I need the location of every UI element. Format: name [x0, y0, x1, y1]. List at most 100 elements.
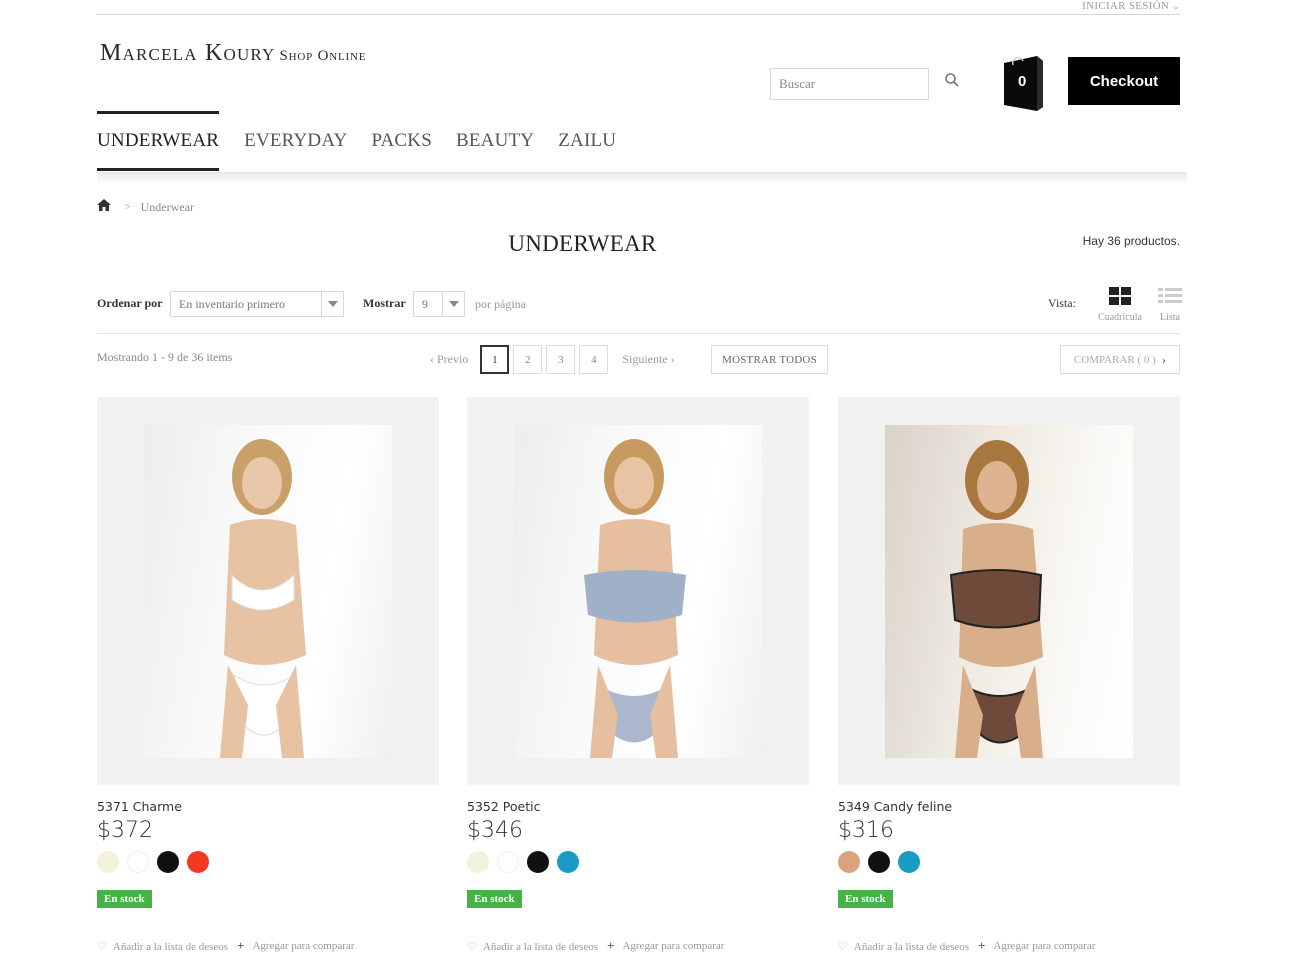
- brand-name: Marcela Koury: [100, 40, 276, 66]
- model-photo: [949, 440, 1043, 758]
- nav-item-zailu[interactable]: ZAILU: [546, 111, 628, 171]
- add-to-wishlist-link[interactable]: ♡ Añadir a la lista de deseos: [97, 940, 228, 953]
- wishlist-label: Añadir a la lista de deseos: [853, 940, 970, 953]
- product-name[interactable]: 5352 Poetic: [467, 799, 809, 814]
- main-nav: UNDERWEAR EVERYDAY PACKS BEAUTY ZAILU: [97, 111, 628, 171]
- plus-icon: +: [978, 938, 986, 953]
- header-shadow: [97, 172, 1187, 184]
- color-swatch[interactable]: [497, 851, 519, 873]
- model-photo: [584, 439, 686, 758]
- toolbar-divider: [97, 333, 1180, 334]
- color-swatch[interactable]: [527, 851, 549, 873]
- search-icon[interactable]: [944, 72, 960, 88]
- stock-badge: En stock: [838, 890, 893, 908]
- nav-item-packs[interactable]: PACKS: [359, 111, 444, 171]
- product-price: $316: [838, 818, 894, 843]
- product-image[interactable]: [838, 397, 1180, 785]
- product-image[interactable]: [97, 397, 439, 785]
- list-icon: [1158, 288, 1182, 303]
- show-select[interactable]: 9: [413, 291, 465, 317]
- per-page-label: por página: [475, 297, 526, 311]
- next-label: Siguiente: [622, 352, 668, 366]
- search-field[interactable]: [770, 68, 929, 100]
- model-photo: [220, 439, 306, 758]
- heart-icon: ♡: [838, 940, 848, 953]
- chevron-down-icon: [321, 292, 343, 316]
- plus-icon: +: [237, 938, 245, 953]
- heart-icon: ♡: [467, 940, 477, 953]
- add-to-wishlist-link[interactable]: ♡ Añadir a la lista de deseos: [838, 940, 969, 953]
- product-card: 5371 Charme $372 En stock ♡ Añadir a la l…: [97, 397, 439, 954]
- color-swatch[interactable]: [97, 851, 119, 873]
- page-1[interactable]: 1: [480, 345, 510, 374]
- color-swatch[interactable]: [467, 851, 489, 873]
- product-actions: ♡ Añadir a la lista de deseos + Agregar p…: [97, 938, 439, 954]
- home-icon[interactable]: [97, 199, 111, 215]
- compare-button[interactable]: COMPARAR ( 0 ) ›: [1060, 345, 1180, 374]
- color-swatches: [467, 851, 809, 873]
- add-to-compare-link[interactable]: Agregar para comparar: [993, 940, 1095, 952]
- plus-icon: +: [607, 938, 615, 953]
- product-actions: ♡ Añadir a la lista de deseos + Agregar p…: [838, 938, 1180, 954]
- product-actions: ♡ Añadir a la lista de deseos + Agregar p…: [467, 938, 809, 954]
- color-swatches: [838, 851, 1180, 873]
- page-4[interactable]: 4: [579, 345, 609, 374]
- pagination: ‹ Previo 1 2 3 4 Siguiente ›: [430, 345, 675, 374]
- wishlist-label: Añadir a la lista de deseos: [112, 940, 229, 953]
- product-price: $372: [97, 818, 153, 843]
- add-to-compare-link[interactable]: Agregar para comparar: [622, 940, 724, 952]
- compare-label: COMPARAR ( 0 ): [1073, 353, 1156, 366]
- sort-label: Ordenar por: [97, 296, 163, 310]
- sort-bar: Ordenar por En inventario primero Mostra…: [97, 287, 1182, 323]
- product-price: $346: [467, 818, 523, 843]
- view-label: Vista:: [1048, 296, 1076, 310]
- show-select-value: 9: [422, 296, 428, 311]
- page-2[interactable]: 2: [513, 345, 543, 374]
- breadcrumb: > Underwear: [97, 199, 194, 215]
- chevron-down-icon: ⌄: [1172, 1, 1180, 11]
- grid-view-label: Cuadrícula: [1098, 312, 1142, 323]
- color-swatch[interactable]: [838, 851, 860, 873]
- product-card: 5349 Candy feline $316 En stock ♡ Añadir …: [838, 397, 1180, 954]
- color-swatch[interactable]: [557, 851, 579, 873]
- color-swatch[interactable]: [868, 851, 890, 873]
- search-input[interactable]: [771, 69, 928, 99]
- color-swatch[interactable]: [157, 851, 179, 873]
- color-swatch[interactable]: [187, 851, 209, 873]
- color-swatch[interactable]: [898, 851, 920, 873]
- show-all-button[interactable]: MOSTRAR TODOS: [711, 345, 828, 374]
- top-divider: [97, 14, 1180, 15]
- wishlist-label: Añadir a la lista de deseos: [482, 940, 599, 953]
- product-card: 5352 Poetic $346 En stock ♡ Añadir a la l…: [467, 397, 809, 954]
- prev-page-link[interactable]: ‹ Previo: [430, 352, 468, 367]
- nav-item-beauty[interactable]: BEAUTY: [444, 111, 546, 171]
- add-to-compare-link[interactable]: Agregar para comparar: [252, 940, 354, 952]
- color-swatch[interactable]: [127, 851, 149, 873]
- list-view-button[interactable]: Lista: [1155, 287, 1185, 323]
- login-link[interactable]: INICIAR SESIÓN ⌄: [1082, 0, 1180, 12]
- brand-tagline: Shop Online: [279, 48, 367, 64]
- sort-select-value: En inventario primero: [179, 296, 285, 311]
- sort-select[interactable]: En inventario primero: [170, 291, 344, 317]
- page-3[interactable]: 3: [546, 345, 576, 374]
- product-name[interactable]: 5371 Charme: [97, 799, 439, 814]
- product-image[interactable]: [467, 397, 809, 785]
- breadcrumb-separator: >: [125, 201, 131, 213]
- show-label: Mostrar: [363, 296, 406, 310]
- stock-badge: En stock: [97, 890, 152, 908]
- brand-logo[interactable]: Marcela Koury Shop Online: [100, 40, 366, 67]
- grid-view-button[interactable]: Cuadrícula: [1094, 287, 1146, 323]
- product-name[interactable]: 5349 Candy feline: [838, 799, 1180, 814]
- grid-icon: [1109, 287, 1131, 305]
- add-to-wishlist-link[interactable]: ♡ Añadir a la lista de deseos: [467, 940, 598, 953]
- product-count: Hay 36 productos.: [1082, 234, 1180, 248]
- next-page-link[interactable]: Siguiente ›: [622, 352, 674, 367]
- chevron-left-icon: ‹: [430, 352, 434, 366]
- nav-item-underwear[interactable]: UNDERWEAR: [97, 111, 220, 171]
- checkout-button[interactable]: Checkout: [1068, 57, 1180, 105]
- nav-item-everyday[interactable]: EVERYDAY: [232, 111, 359, 171]
- chevron-right-icon: ›: [670, 352, 675, 366]
- breadcrumb-current: Underwear: [140, 199, 194, 214]
- cart-button[interactable]: 0: [1001, 53, 1046, 111]
- chevron-right-icon: ›: [1161, 351, 1167, 367]
